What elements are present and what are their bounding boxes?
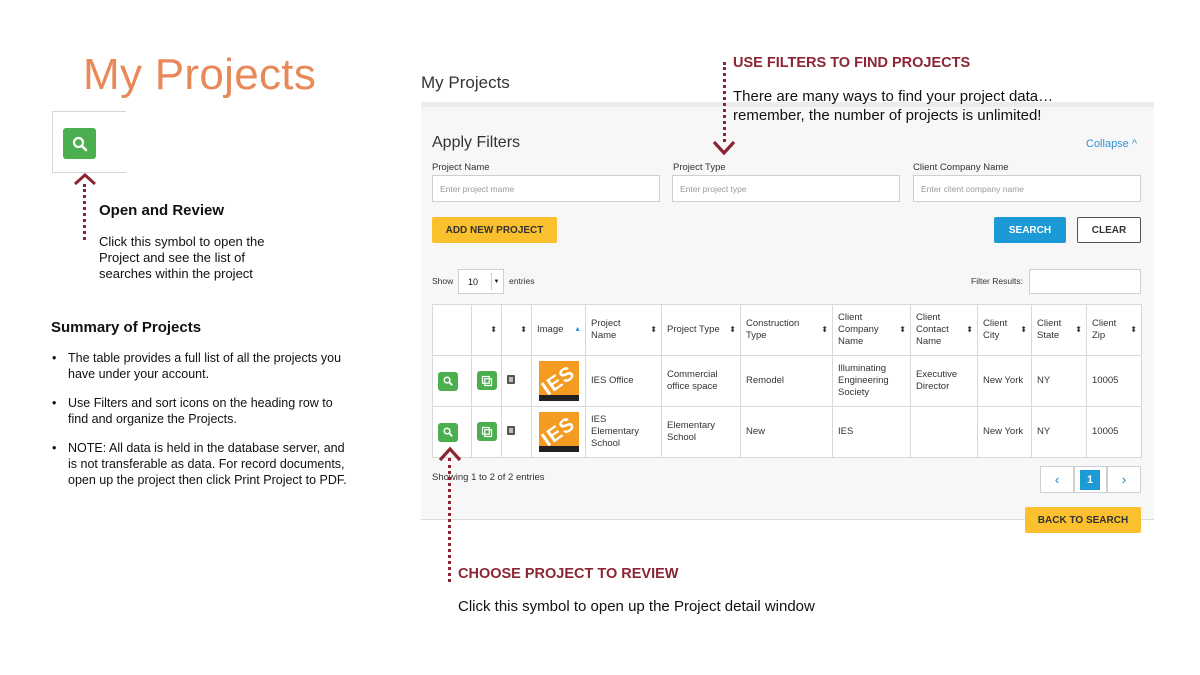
project-thumbnail: IES <box>538 412 579 452</box>
choose-annotation-title: CHOOSE PROJECT TO REVIEW <box>458 566 679 582</box>
filter-results-input[interactable] <box>1029 269 1141 294</box>
project-type-label: Project Type <box>673 162 726 173</box>
table-row: IES IES Office Commercial office space R… <box>432 355 1142 407</box>
collapse-link[interactable]: Collapse ^ <box>1086 138 1137 150</box>
client-company-label: Client Company Name <box>913 162 1009 173</box>
cell-client-contact: Executive Director <box>910 355 978 407</box>
cell-project-type: Commercial office space <box>661 355 741 407</box>
sort-asc-icon[interactable]: ▲ <box>574 324 581 336</box>
column-header-project-name[interactable]: Project Name ⬍ <box>585 304 662 356</box>
cell-client-state: NY <box>1031 406 1087 458</box>
add-new-project-button[interactable]: ADD NEW PROJECT <box>432 217 557 243</box>
summary-title: Summary of Projects <box>51 319 202 336</box>
column-header-client-state[interactable]: Client State ⬍ <box>1031 304 1087 356</box>
search-icon-snippet <box>52 111 126 173</box>
show-label: Show <box>432 276 454 286</box>
cell-project-name: IES Elementary School <box>585 406 662 458</box>
filters-heading: Apply Filters <box>432 134 521 151</box>
cell-client-city: New York <box>977 406 1032 458</box>
column-header-client-zip[interactable]: Client Zip ⬍ <box>1086 304 1142 356</box>
column-header-client-company[interactable]: Client Company Name ⬍ <box>832 304 911 356</box>
projects-table: ⬍ ⬍ Image ▲ Project Name ⬍ Project Type ⬍ C… <box>432 304 1142 458</box>
sort-icon[interactable]: ⬍ <box>490 324 497 336</box>
column-header[interactable]: ⬍ <box>471 304 502 356</box>
sort-icon[interactable]: ⬍ <box>821 324 828 336</box>
cell-client-contact <box>910 406 978 458</box>
sort-icon[interactable]: ⬍ <box>729 324 736 336</box>
sort-icon[interactable]: ⬍ <box>899 324 906 336</box>
open-review-title: Open and Review <box>99 202 225 219</box>
filters-annotation-title: USE FILTERS TO FIND PROJECTS <box>733 55 971 71</box>
dotted-connector <box>448 458 451 582</box>
sort-icon[interactable]: ⬍ <box>1130 324 1137 336</box>
filter-results-label: Filter Results: <box>971 276 1023 286</box>
entries-select-value: 10 <box>468 277 479 287</box>
summary-bullet: NOTE: All data is held in the database s… <box>51 440 351 488</box>
cell-client-state: NY <box>1031 355 1087 407</box>
sort-icon[interactable]: ⬍ <box>1020 324 1027 336</box>
sort-icon[interactable]: ⬍ <box>1075 324 1082 336</box>
clear-button[interactable]: CLEAR <box>1077 217 1141 243</box>
column-header <box>432 304 472 356</box>
cell-client-company: IES <box>832 406 911 458</box>
column-header-construction-type[interactable]: Construction Type ⬍ <box>740 304 833 356</box>
cell-client-company: Illuminating Engineering Society <box>832 355 911 407</box>
column-header-project-type[interactable]: Project Type ⬍ <box>661 304 741 356</box>
open-project-button[interactable] <box>438 371 458 391</box>
copy-icon <box>481 426 493 437</box>
project-type-input[interactable] <box>672 175 900 202</box>
entries-label: entries <box>509 276 535 286</box>
entries-select[interactable]: 10 ▼ <box>458 269 504 294</box>
dotted-connector <box>83 184 86 240</box>
cell-client-city: New York <box>977 355 1032 407</box>
dotted-connector <box>723 62 726 142</box>
cell-client-zip: 10005 <box>1086 406 1142 458</box>
open-review-text: Click this symbol to open the Project an… <box>99 234 265 281</box>
delete-icon[interactable] <box>507 374 515 384</box>
search-icon <box>443 376 453 386</box>
cell-project-type: Elementary School <box>661 406 741 458</box>
sort-icon[interactable]: ⬍ <box>966 324 973 336</box>
delete-icon[interactable] <box>507 425 515 435</box>
project-name-input[interactable] <box>432 175 660 202</box>
cell-project-name: IES Office <box>585 355 662 407</box>
summary-bullet: Use Filters and sort icons on the headin… <box>51 395 351 427</box>
pagination-page-1[interactable]: 1 <box>1080 470 1100 490</box>
open-project-button[interactable] <box>438 422 458 442</box>
cell-client-zip: 10005 <box>1086 355 1142 407</box>
copy-icon <box>481 375 493 386</box>
sort-icon[interactable]: ⬍ <box>650 324 657 336</box>
client-company-input[interactable] <box>913 175 1141 202</box>
arrow-down-icon <box>712 140 736 156</box>
search-button[interactable]: SEARCH <box>994 217 1066 243</box>
summary-list: The table provides a full list of all th… <box>51 350 351 501</box>
table-header-row: ⬍ ⬍ Image ▲ Project Name ⬍ Project Type ⬍ C… <box>432 304 1142 356</box>
column-header[interactable]: ⬍ <box>501 304 532 356</box>
column-header-client-city[interactable]: Client City ⬍ <box>977 304 1032 356</box>
cell-construction-type: New <box>740 406 833 458</box>
search-icon <box>443 427 453 437</box>
open-project-button[interactable] <box>63 128 96 159</box>
slide-title: My Projects <box>83 50 317 99</box>
cell-construction-type: Remodel <box>740 355 833 407</box>
search-icon <box>72 136 87 151</box>
project-thumbnail: IES <box>538 361 579 401</box>
pagination-next-button[interactable]: › <box>1107 466 1141 493</box>
copy-project-button[interactable] <box>477 371 497 391</box>
summary-bullet: The table provides a full list of all th… <box>51 350 351 382</box>
filters-annotation-text: There are many ways to find your project… <box>733 88 1054 124</box>
choose-annotation-text: Click this symbol to open up the Project… <box>458 598 815 615</box>
copy-project-button[interactable] <box>477 422 497 442</box>
pagination-prev-button[interactable]: ‹ <box>1040 466 1074 493</box>
column-header-client-contact[interactable]: Client Contact Name ⬍ <box>910 304 978 356</box>
chevron-down-icon: ▼ <box>491 273 501 290</box>
back-to-search-button[interactable]: BACK TO SEARCH <box>1025 507 1141 533</box>
column-header-image[interactable]: Image ▲ <box>531 304 586 356</box>
table-row: IES IES Elementary School Elementary Sch… <box>432 406 1142 458</box>
project-name-label: Project Name <box>432 162 490 173</box>
sort-icon[interactable]: ⬍ <box>520 324 527 336</box>
app-page-title: My Projects <box>421 73 510 92</box>
